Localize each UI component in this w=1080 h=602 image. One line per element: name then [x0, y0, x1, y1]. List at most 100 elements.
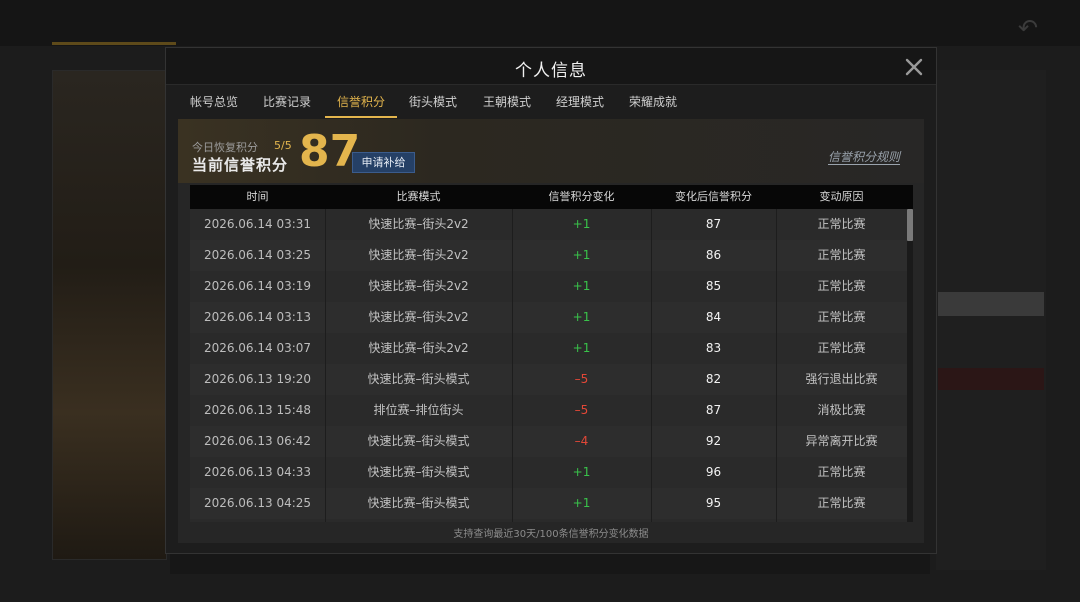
table-row: 2026.06.14 03:13 快速比赛–街头2v2 +1 84 正常比赛 — [190, 302, 907, 333]
cell-credit-change: +1 — [572, 341, 591, 355]
cell-match-mode: 快速比赛–街头模式 — [367, 496, 470, 510]
tab-credit-score[interactable]: 信誉积分 — [325, 86, 397, 118]
tab-match-records[interactable]: 比赛记录 — [254, 86, 320, 118]
cell-credit-after: 82 — [705, 372, 722, 386]
query-range-note: 支持查询最近30天/100条信誉积分变化数据 — [453, 529, 649, 540]
apply-supply-button[interactable]: 申请补给 — [352, 152, 415, 173]
cell-match-mode: 快速比赛–街头2v2 — [368, 341, 469, 355]
cell-credit-change: +1 — [572, 465, 591, 479]
cell-time: 2026.06.13 06:42 — [203, 434, 312, 448]
background-red-row — [938, 368, 1044, 390]
credit-rules-link[interactable]: 信誉积分规则 — [828, 148, 900, 165]
cell-change-reason: 正常比赛 — [817, 496, 866, 510]
cell-change-reason: 正常比赛 — [817, 248, 866, 262]
header-credit-change: 信誉积分变化 — [548, 190, 615, 203]
credit-history-table: 时间 比赛模式 信誉积分变化 变化后信誉积分 变动原因 2026.06.14 0… — [190, 185, 913, 522]
cell-match-mode: 快速比赛–街头2v2 — [368, 217, 469, 231]
table-row: 2026.06.14 03:31 快速比赛–街头2v2 +1 87 正常比赛 — [190, 209, 907, 240]
cell-credit-change: +1 — [572, 279, 591, 293]
credit-summary-banner: 今日恢复积分 5/5 当前信誉积分 87 申请补给 信誉积分规则 — [178, 119, 924, 183]
cell-credit-after: 84 — [705, 310, 722, 324]
close-button[interactable] — [902, 55, 926, 79]
cell-credit-change: –5 — [574, 403, 589, 417]
cell-time: 2026.06.13 04:25 — [203, 496, 312, 510]
cell-match-mode: 快速比赛–街头模式 — [367, 434, 470, 448]
table-row: 2026.06.13 19:20 快速比赛–街头模式 –5 82 强行退出比赛 — [190, 364, 907, 395]
header-credit-after: 变化后信誉积分 — [675, 190, 752, 203]
table-header: 时间 比赛模式 信誉积分变化 变化后信誉积分 变动原因 — [190, 185, 913, 209]
background-highlight-row — [938, 292, 1044, 316]
modal-title: 个人信息 — [515, 61, 587, 81]
table-row: 2026.06.13 06:42 快速比赛–街头模式 –4 92 异常离开比赛 — [190, 426, 907, 457]
table-row: 2026.06.13 15:48 排位赛–排位街头 –5 87 消极比赛 — [190, 395, 907, 426]
cell-credit-change: +1 — [572, 310, 591, 324]
cell-credit-change: +1 — [572, 248, 591, 262]
tab-honor-achievements[interactable]: 荣耀成就 — [620, 86, 686, 118]
modal-header: 个人信息 — [166, 48, 936, 85]
cell-time: 2026.06.14 03:07 — [203, 341, 312, 355]
cell-time: 2026.06.13 19:20 — [203, 372, 312, 386]
table-scrollbar[interactable] — [907, 209, 913, 522]
column-divider — [776, 209, 777, 522]
tab-dynasty-mode[interactable]: 王朝模式 — [474, 86, 540, 118]
tab-street-mode[interactable]: 街头模式 — [400, 86, 466, 118]
credit-score-panel: 今日恢复积分 5/5 当前信誉积分 87 申请补给 信誉积分规则 时间 比赛模式… — [178, 119, 924, 543]
scrollbar-thumb[interactable] — [907, 209, 913, 241]
modal-tabs: 帐号总览 比赛记录 信誉积分 街头模式 王朝模式 经理模式 荣耀成就 — [178, 86, 924, 118]
cell-credit-change: –5 — [574, 372, 589, 386]
tab-manager-mode[interactable]: 经理模式 — [547, 86, 613, 118]
column-divider — [325, 209, 326, 522]
table-body[interactable]: 2026.06.14 03:31 快速比赛–街头2v2 +1 87 正常比赛 2… — [190, 209, 907, 522]
cell-change-reason: 强行退出比赛 — [805, 372, 878, 386]
background-top-nav — [0, 0, 1080, 46]
recover-points-count: 5/5 — [274, 139, 292, 152]
cell-match-mode: 快速比赛–街头2v2 — [368, 310, 469, 324]
column-divider — [512, 209, 513, 522]
cell-time: 2026.06.14 03:19 — [203, 279, 312, 293]
cell-time: 2026.06.14 03:13 — [203, 310, 312, 324]
cell-change-reason: 正常比赛 — [817, 341, 866, 355]
table-row: 2026.06.14 03:25 快速比赛–街头2v2 +1 86 正常比赛 — [190, 240, 907, 271]
cell-time: 2026.06.13 04:33 — [203, 465, 312, 479]
cell-credit-after: 96 — [705, 465, 722, 479]
cell-match-mode: 快速比赛–街头2v2 — [368, 279, 469, 293]
background-tab-underline — [52, 42, 176, 45]
table-row: 2026.06.14 03:07 快速比赛–街头2v2 +1 83 正常比赛 — [190, 333, 907, 364]
background-bottom-bar — [170, 554, 930, 574]
cell-credit-after: 95 — [705, 496, 722, 510]
cell-change-reason: 异常离开比赛 — [805, 434, 878, 448]
cell-credit-after: 85 — [705, 279, 722, 293]
cell-credit-after: 86 — [705, 248, 722, 262]
cell-credit-change: +1 — [572, 217, 591, 231]
cell-match-mode: 快速比赛–街头2v2 — [368, 248, 469, 262]
cell-change-reason: 正常比赛 — [817, 465, 866, 479]
column-divider — [651, 209, 652, 522]
table-row: 2026.06.13 04:25 快速比赛–街头模式 +1 95 正常比赛 — [190, 488, 907, 519]
background-player-card — [52, 70, 167, 560]
cell-time: 2026.06.13 15:48 — [203, 403, 312, 417]
table-row: 2026.06.13 04:33 快速比赛–街头模式 +1 96 正常比赛 — [190, 457, 907, 488]
cell-change-reason: 正常比赛 — [817, 217, 866, 231]
cell-time: 2026.06.14 03:31 — [203, 217, 312, 231]
close-icon — [905, 58, 923, 76]
cell-change-reason: 消极比赛 — [817, 403, 866, 417]
background-right-panel — [936, 70, 1046, 570]
cell-credit-after: 87 — [705, 403, 722, 417]
cell-credit-after: 87 — [705, 217, 722, 231]
cell-credit-after: 83 — [705, 341, 722, 355]
recover-points-label: 今日恢复积分 — [192, 141, 258, 154]
current-credit-label: 当前信誉积分 — [192, 156, 289, 174]
cell-credit-change: –4 — [574, 434, 589, 448]
table-row: 2026.06.14 03:19 快速比赛–街头2v2 +1 85 正常比赛 — [190, 271, 907, 302]
background-back-icon: ↶ — [1018, 14, 1039, 42]
cell-change-reason: 正常比赛 — [817, 279, 866, 293]
tab-account-overview[interactable]: 帐号总览 — [178, 86, 250, 118]
cell-match-mode: 快速比赛–街头模式 — [367, 465, 470, 479]
cell-match-mode: 快速比赛–街头模式 — [367, 372, 470, 386]
cell-credit-change: +1 — [572, 496, 591, 510]
cell-time: 2026.06.14 03:25 — [203, 248, 312, 262]
header-change-reason: 变动原因 — [819, 190, 864, 203]
header-match-mode: 比赛模式 — [396, 190, 441, 203]
cell-change-reason: 正常比赛 — [817, 310, 866, 324]
personal-info-modal: 个人信息 帐号总览 比赛记录 信誉积分 街头模式 王朝模式 经理模式 荣耀成就 … — [165, 47, 937, 554]
